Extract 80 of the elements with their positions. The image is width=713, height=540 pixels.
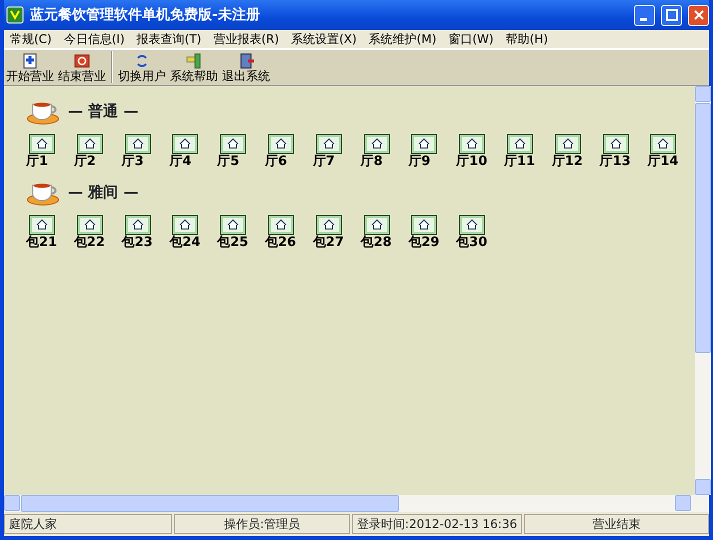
room-button[interactable]: 厅10: [456, 134, 504, 171]
house-icon: [602, 134, 629, 154]
room-button[interactable]: 包21: [26, 214, 74, 252]
menu-item[interactable]: 帮助(H): [500, 30, 554, 48]
room-button[interactable]: 包24: [169, 214, 218, 252]
house-icon: [76, 134, 103, 154]
room-button[interactable]: 包29: [408, 214, 456, 252]
room-button[interactable]: 厅9: [408, 134, 456, 171]
section-title: — 普通 —: [68, 100, 138, 122]
power-icon: [73, 52, 91, 70]
status-panel: 庭院人家: [4, 514, 172, 534]
flag-icon: [185, 52, 203, 70]
house-icon: [172, 214, 198, 235]
app-icon: [6, 6, 24, 24]
house-icon: [364, 134, 390, 154]
minimize-button[interactable]: [634, 4, 655, 26]
room-button[interactable]: 厅3: [122, 134, 170, 171]
house-icon: [650, 134, 676, 154]
toolbar-button[interactable]: 退出系统: [220, 52, 272, 83]
close-icon: [692, 9, 704, 21]
maximize-icon: [666, 9, 678, 21]
menu-item[interactable]: 窗口(W): [442, 30, 500, 48]
status-panel: 登录时间:2012-02-13 16:36: [352, 514, 522, 534]
room-button[interactable]: 厅7: [312, 134, 361, 171]
house-icon: [76, 214, 103, 235]
close-button[interactable]: [688, 4, 709, 26]
house-icon: [220, 134, 246, 154]
house-icon: [554, 134, 581, 154]
status-panel: 操作员:管理员: [174, 514, 350, 534]
menu-item[interactable]: 系统设置(X): [285, 30, 363, 48]
room-button[interactable]: 包28: [360, 214, 408, 252]
room-button[interactable]: 厅13: [600, 134, 648, 171]
room-button[interactable]: 包25: [217, 214, 265, 252]
room-button[interactable]: 厅14: [647, 134, 696, 171]
room-button[interactable]: 厅4: [169, 134, 218, 171]
house-icon: [124, 134, 151, 154]
house-icon: [220, 214, 246, 235]
menu-item[interactable]: 今日信息(I): [58, 30, 131, 48]
toolbar-button[interactable]: 系统帮助: [168, 52, 220, 83]
toolbar-button[interactable]: 开始营业: [4, 52, 56, 83]
house-icon: [29, 214, 55, 235]
toolbar-button[interactable]: 切换用户: [116, 52, 168, 83]
house-icon: [459, 134, 486, 154]
house-icon: [124, 214, 151, 235]
room-button[interactable]: 包23: [122, 214, 170, 252]
status-panel: 营业结束: [524, 514, 709, 534]
room-button[interactable]: 厅2: [74, 134, 122, 171]
menu-item[interactable]: 报表查询(T): [130, 30, 208, 48]
maximize-button[interactable]: [661, 4, 682, 26]
document-plus-icon: [21, 52, 39, 70]
room-button[interactable]: 厅8: [360, 134, 408, 171]
vertical-scrollbar[interactable]: [695, 86, 712, 495]
room-button[interactable]: 厅5: [217, 134, 265, 171]
horizontal-scrollbar[interactable]: [4, 495, 709, 512]
menu-item[interactable]: 营业报表(R): [207, 30, 286, 48]
room-button[interactable]: 包26: [264, 214, 313, 252]
room-button[interactable]: 包22: [74, 214, 122, 252]
house-icon: [268, 134, 294, 154]
room-button[interactable]: 厅1: [26, 134, 74, 171]
toolbar-button[interactable]: 结束营业: [56, 52, 108, 83]
menu-item[interactable]: 系统维护(M): [362, 30, 442, 48]
house-icon: [268, 214, 294, 235]
house-icon: [411, 214, 438, 235]
room-button[interactable]: 包27: [312, 214, 361, 252]
house-icon: [316, 214, 342, 235]
house-icon: [364, 214, 390, 235]
house-icon: [459, 214, 486, 235]
house-icon: [316, 134, 342, 154]
house-icon: [411, 134, 438, 154]
room-button[interactable]: 厅11: [504, 134, 552, 171]
minimize-icon: [640, 18, 646, 20]
house-icon: [506, 134, 533, 154]
room-button[interactable]: 厅12: [552, 134, 600, 171]
menu-item[interactable]: 常规(C): [4, 30, 58, 48]
house-icon: [29, 134, 55, 154]
house-icon: [172, 134, 198, 154]
section-title: — 雅间 —: [68, 182, 138, 203]
window-title: 蓝元餐饮管理软件单机免费版-未注册: [30, 6, 261, 24]
room-button[interactable]: 厅6: [264, 134, 313, 171]
room-button[interactable]: 包30: [456, 214, 504, 252]
